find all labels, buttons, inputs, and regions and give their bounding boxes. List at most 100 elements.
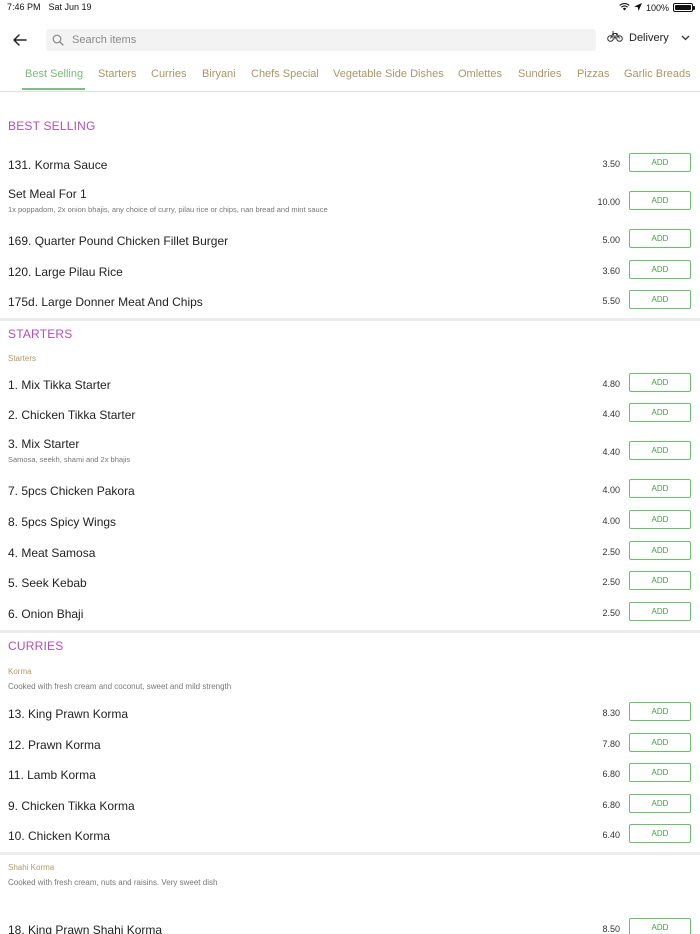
- battery-fill: [675, 5, 691, 10]
- delivery-selector[interactable]: Delivery: [607, 31, 690, 45]
- item-name: 9. Chicken Tikka Korma: [8, 799, 135, 813]
- tab-garlic-breads[interactable]: Garlic Breads: [624, 68, 691, 86]
- list-item: 9. Chicken Tikka Korma 6.80 ADD: [0, 794, 700, 818]
- item-name: 1. Mix Tikka Starter: [8, 378, 111, 392]
- header: Delivery: [0, 28, 700, 52]
- item-name: 10. Chicken Korma: [8, 829, 111, 843]
- item-price: 5.00: [602, 235, 620, 245]
- delivery-label: Delivery: [629, 32, 669, 44]
- battery-percent: 100%: [645, 2, 669, 13]
- list-item: 131. Korma Sauce 3.50 ADD: [0, 153, 700, 177]
- status-bar: 7:46 PM Sat Jun 19 100%: [0, 0, 700, 16]
- tab-starters[interactable]: Starters: [98, 68, 137, 86]
- back-arrow-icon: [13, 34, 27, 46]
- item-price: 2.50: [602, 547, 620, 557]
- back-button[interactable]: [10, 30, 30, 50]
- battery-icon: [673, 3, 695, 12]
- add-button[interactable]: ADD: [629, 260, 691, 279]
- tab-chefs-special[interactable]: Chefs Special: [251, 68, 319, 86]
- section-title-best-selling: BEST SELLING: [8, 119, 96, 133]
- item-price: 4.00: [602, 485, 620, 495]
- section-title-curries: CURRIES: [8, 639, 64, 653]
- item-name: 13. King Prawn Korma: [8, 707, 129, 721]
- section-divider: [0, 318, 700, 321]
- list-item: 5. Seek Kebab 2.50 ADD: [0, 571, 700, 595]
- item-name: 169. Quarter Pound Chicken Fillet Burger: [8, 234, 229, 248]
- chevron-down-icon: [681, 32, 690, 44]
- item-price: 6.80: [602, 769, 620, 779]
- add-button[interactable]: ADD: [629, 602, 691, 621]
- list-item: Set Meal For 1 1x poppadom, 2x onion bha…: [0, 187, 700, 215]
- section-divider: [0, 852, 700, 855]
- tab-vegetable-side-dishes[interactable]: Vegetable Side Dishes: [333, 68, 444, 86]
- tab-sundries[interactable]: Sundries: [518, 68, 561, 86]
- tab-best-selling[interactable]: Best Selling: [25, 68, 83, 86]
- tab-biryani[interactable]: Biryani: [202, 68, 236, 86]
- item-price: 2.50: [602, 608, 620, 618]
- status-date: Sat Jun 19: [48, 2, 92, 12]
- item-price: 2.50: [602, 577, 620, 587]
- list-item: 120. Large Pilau Rice 3.60 ADD: [0, 260, 700, 284]
- item-price: 5.50: [602, 296, 620, 306]
- add-button[interactable]: ADD: [629, 702, 691, 721]
- section-title-starters: STARTERS: [8, 327, 73, 341]
- search-icon: [52, 33, 66, 47]
- item-price: 4.80: [602, 379, 620, 389]
- item-price: 3.60: [602, 266, 620, 276]
- item-name: 11. Lamb Korma: [8, 768, 96, 782]
- list-item: 4. Meat Samosa 2.50 ADD: [0, 541, 700, 565]
- list-item: 10. Chicken Korma 6.40 ADD: [0, 824, 700, 848]
- item-price: 10.00: [597, 197, 620, 207]
- add-button[interactable]: ADD: [629, 229, 691, 248]
- add-button[interactable]: ADD: [629, 541, 691, 560]
- list-item: 3. Mix Starter Samosa, seekh, shami and …: [0, 437, 700, 465]
- add-button[interactable]: ADD: [629, 441, 691, 460]
- list-item: 8. 5pcs Spicy Wings 4.00 ADD: [0, 510, 700, 534]
- add-button[interactable]: ADD: [629, 824, 691, 843]
- wifi-icon: [619, 2, 630, 13]
- item-price: 3.50: [602, 159, 620, 169]
- add-button[interactable]: ADD: [629, 403, 691, 422]
- list-item: 2. Chicken Tikka Starter 4.40 ADD: [0, 403, 700, 427]
- item-description: Samosa, seekh, shami and 2x bhajis: [8, 455, 131, 464]
- item-name: 3. Mix Starter: [8, 437, 80, 451]
- list-item: 1. Mix Tikka Starter 4.80 ADD: [0, 373, 700, 397]
- add-button[interactable]: ADD: [629, 290, 691, 309]
- active-tab-indicator: [22, 88, 85, 90]
- item-name: 175d. Large Donner Meat And Chips: [8, 295, 203, 309]
- item-price: 8.30: [602, 708, 620, 718]
- add-button[interactable]: ADD: [629, 763, 691, 782]
- item-name: 2. Chicken Tikka Starter: [8, 408, 136, 422]
- add-button[interactable]: ADD: [629, 510, 691, 529]
- item-price: 6.40: [602, 830, 620, 840]
- search-input[interactable]: [72, 34, 572, 46]
- add-button[interactable]: ADD: [629, 479, 691, 498]
- location-arrow-icon: [633, 2, 642, 13]
- add-button[interactable]: ADD: [629, 153, 691, 172]
- item-price: 4.40: [602, 447, 620, 457]
- status-time: 7:46 PM: [7, 2, 41, 12]
- subcategory-description: Cooked with fresh cream and coconut, swe…: [8, 682, 232, 691]
- add-button[interactable]: ADD: [629, 571, 691, 590]
- item-name: 18. King Prawn Shahi Korma: [8, 923, 163, 934]
- subcategory-label: Korma: [8, 667, 32, 676]
- add-button[interactable]: ADD: [629, 918, 691, 934]
- item-name: 7. 5pcs Chicken Pakora: [8, 484, 135, 498]
- item-name: 6. Onion Bhaji: [8, 607, 84, 621]
- tab-curries[interactable]: Curries: [151, 68, 186, 86]
- menu-list: BEST SELLING 131. Korma Sauce 3.50 ADD S…: [0, 92, 700, 934]
- add-button[interactable]: ADD: [629, 191, 691, 210]
- item-name: 4. Meat Samosa: [8, 546, 96, 560]
- item-name: 8. 5pcs Spicy Wings: [8, 515, 117, 529]
- tab-omlettes[interactable]: Omlettes: [458, 68, 502, 86]
- section-divider: [0, 630, 700, 633]
- add-button[interactable]: ADD: [629, 733, 691, 752]
- item-price: 6.80: [602, 800, 620, 810]
- list-item: 13. King Prawn Korma 8.30 ADD: [0, 702, 700, 726]
- tab-pizzas[interactable]: Pizzas: [577, 68, 609, 86]
- item-name: 5. Seek Kebab: [8, 576, 87, 590]
- add-button[interactable]: ADD: [629, 794, 691, 813]
- add-button[interactable]: ADD: [629, 373, 691, 392]
- search-bar[interactable]: [46, 29, 596, 51]
- item-name: Set Meal For 1: [8, 187, 87, 201]
